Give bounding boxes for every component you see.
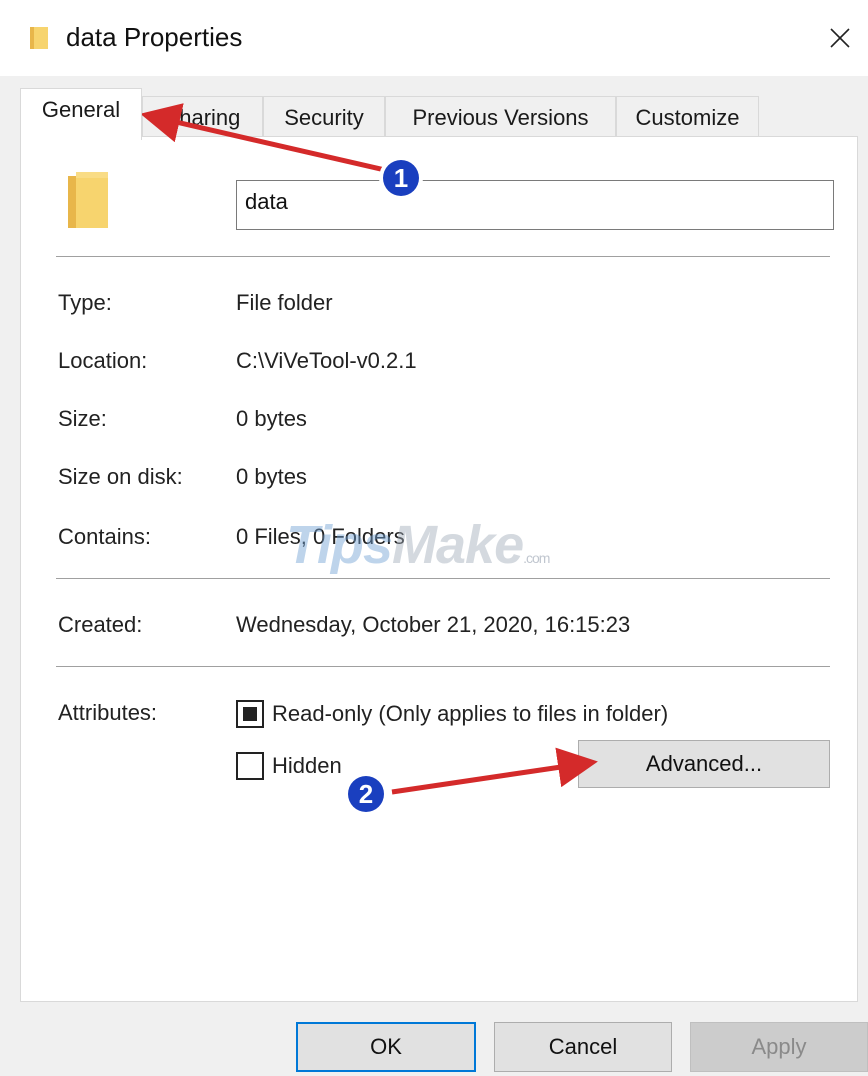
ok-button[interactable]: OK [296,1022,476,1072]
hidden-checkbox[interactable] [236,752,264,780]
hidden-label[interactable]: Hidden [272,753,342,779]
type-label: Type: [58,290,112,315]
close-button[interactable] [812,8,868,68]
created-value: Wednesday, October 21, 2020, 16:15:23 [236,612,631,637]
size-on-disk-label: Size on disk: [58,464,183,489]
size-on-disk-value: 0 bytes [236,464,307,489]
readonly-label[interactable]: Read-only (Only applies to files in fold… [272,701,668,727]
readonly-checkbox[interactable] [236,700,264,728]
window-title: data Properties [66,22,243,52]
divider [56,578,830,579]
apply-button[interactable]: Apply [690,1022,868,1072]
contains-label: Contains: [58,524,151,549]
contains-value: 0 Files, 0 Folders [236,524,405,549]
advanced-button[interactable]: Advanced... [578,740,830,788]
size-value: 0 bytes [236,406,307,431]
general-tab-panel [20,136,858,1002]
title-bar: data Properties [0,0,868,76]
folder-icon [30,27,48,49]
divider [56,256,830,257]
indeterminate-mark [243,707,257,721]
tab-sharing[interactable]: Sharing [142,96,263,138]
type-value: File folder [236,290,333,315]
location-value: C:\ViVeTool-v0.2.1 [236,348,417,373]
divider [56,666,830,667]
cancel-button[interactable]: Cancel [494,1022,672,1072]
created-label: Created: [58,612,143,637]
folder-icon [68,172,108,228]
location-label: Location: [58,348,148,373]
folder-name-input[interactable] [236,180,834,230]
tab-previous-versions[interactable]: Previous Versions [385,96,616,138]
tab-general[interactable]: General [20,88,142,140]
close-icon [830,28,850,48]
tab-customize[interactable]: Customize [616,96,759,138]
attributes-label: Attributes: [58,700,158,725]
size-label: Size: [58,406,107,431]
tab-security[interactable]: Security [263,96,385,138]
